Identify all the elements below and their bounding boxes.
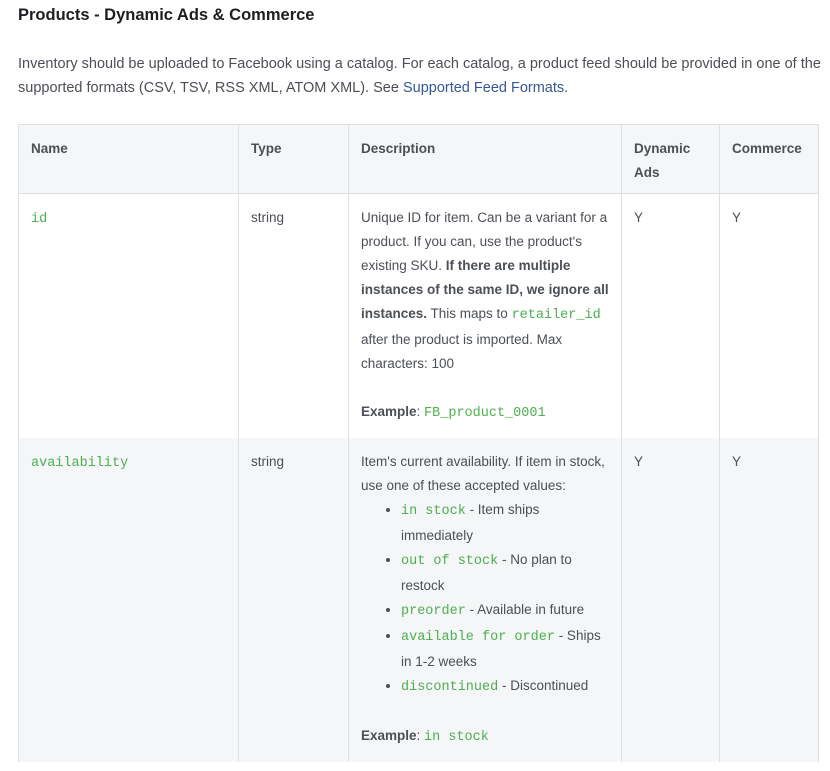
dynamic-ads-cell: Y [621,193,720,438]
intro-text-end: . [564,80,569,96]
field-description: Unique ID for item. Can be a variant for… [361,206,609,376]
intro-paragraph: Inventory should be uploaded to Facebook… [18,52,823,100]
column-header-description: Description [348,124,622,194]
value-description: - Discontinued [498,678,589,693]
field-name-cell: availability [18,438,239,762]
section-title: Products - Dynamic Ads & Commerce [18,6,315,24]
field-name: availability [31,456,129,471]
description-text: after the product is imported. Max chara… [361,332,563,371]
column-header-type: Type [238,124,349,194]
value-code: out of stock [401,554,499,569]
value-code: available for order [401,630,555,645]
field-name-cell: id [18,193,239,438]
list-item: in stock - Item ships immediately [401,498,609,548]
example-value: in stock [424,730,489,745]
column-header-name: Name [18,124,239,194]
description-code: retailer_id [511,308,601,323]
table-row: id string Unique ID for item. Can be a v… [18,193,819,438]
example-line: Example: in stock [361,728,489,745]
value-description: - Available in future [465,602,585,617]
column-header-commerce: Commerce [719,124,819,194]
list-item: available for order - Ships in 1-2 weeks [401,624,609,674]
list-item: preorder - Available in future [401,598,609,624]
field-description-cell: Unique ID for item. Can be a variant for… [348,193,622,438]
document-page: Products - Dynamic Ads & Commerce Invent… [0,0,830,771]
list-item: out of stock - No plan to restock [401,548,609,598]
value-code: discontinued [401,680,499,695]
example-label: Example [361,728,417,743]
field-type-cell: string [238,193,349,438]
field-description: Item's current availability. If item in … [361,454,605,493]
dynamic-ads-cell: Y [621,438,720,762]
table-row: availability string Item's current avail… [18,438,819,762]
value-code: preorder [401,604,466,619]
example-label: Example [361,404,417,419]
accepted-values-list: in stock - Item ships immediately out of… [361,498,609,700]
supported-feed-formats-link[interactable]: Supported Feed Formats [403,80,564,96]
products-spec-table: Name Type Description Dynamic Ads Commer… [18,124,819,762]
example-value: FB_product_0001 [424,406,546,421]
value-code: in stock [401,504,466,519]
list-item: discontinued - Discontinued [401,674,609,700]
commerce-cell: Y [719,438,819,762]
column-header-dynamic-ads: Dynamic Ads [621,124,720,194]
field-type-cell: string [238,438,349,762]
field-description-cell: Item's current availability. If item in … [348,438,622,762]
example-line: Example: FB_product_0001 [361,404,546,421]
description-text: This maps to [427,306,512,321]
field-name: id [31,212,48,227]
commerce-cell: Y [719,193,819,438]
table-header-row: Name Type Description Dynamic Ads Commer… [18,124,819,194]
